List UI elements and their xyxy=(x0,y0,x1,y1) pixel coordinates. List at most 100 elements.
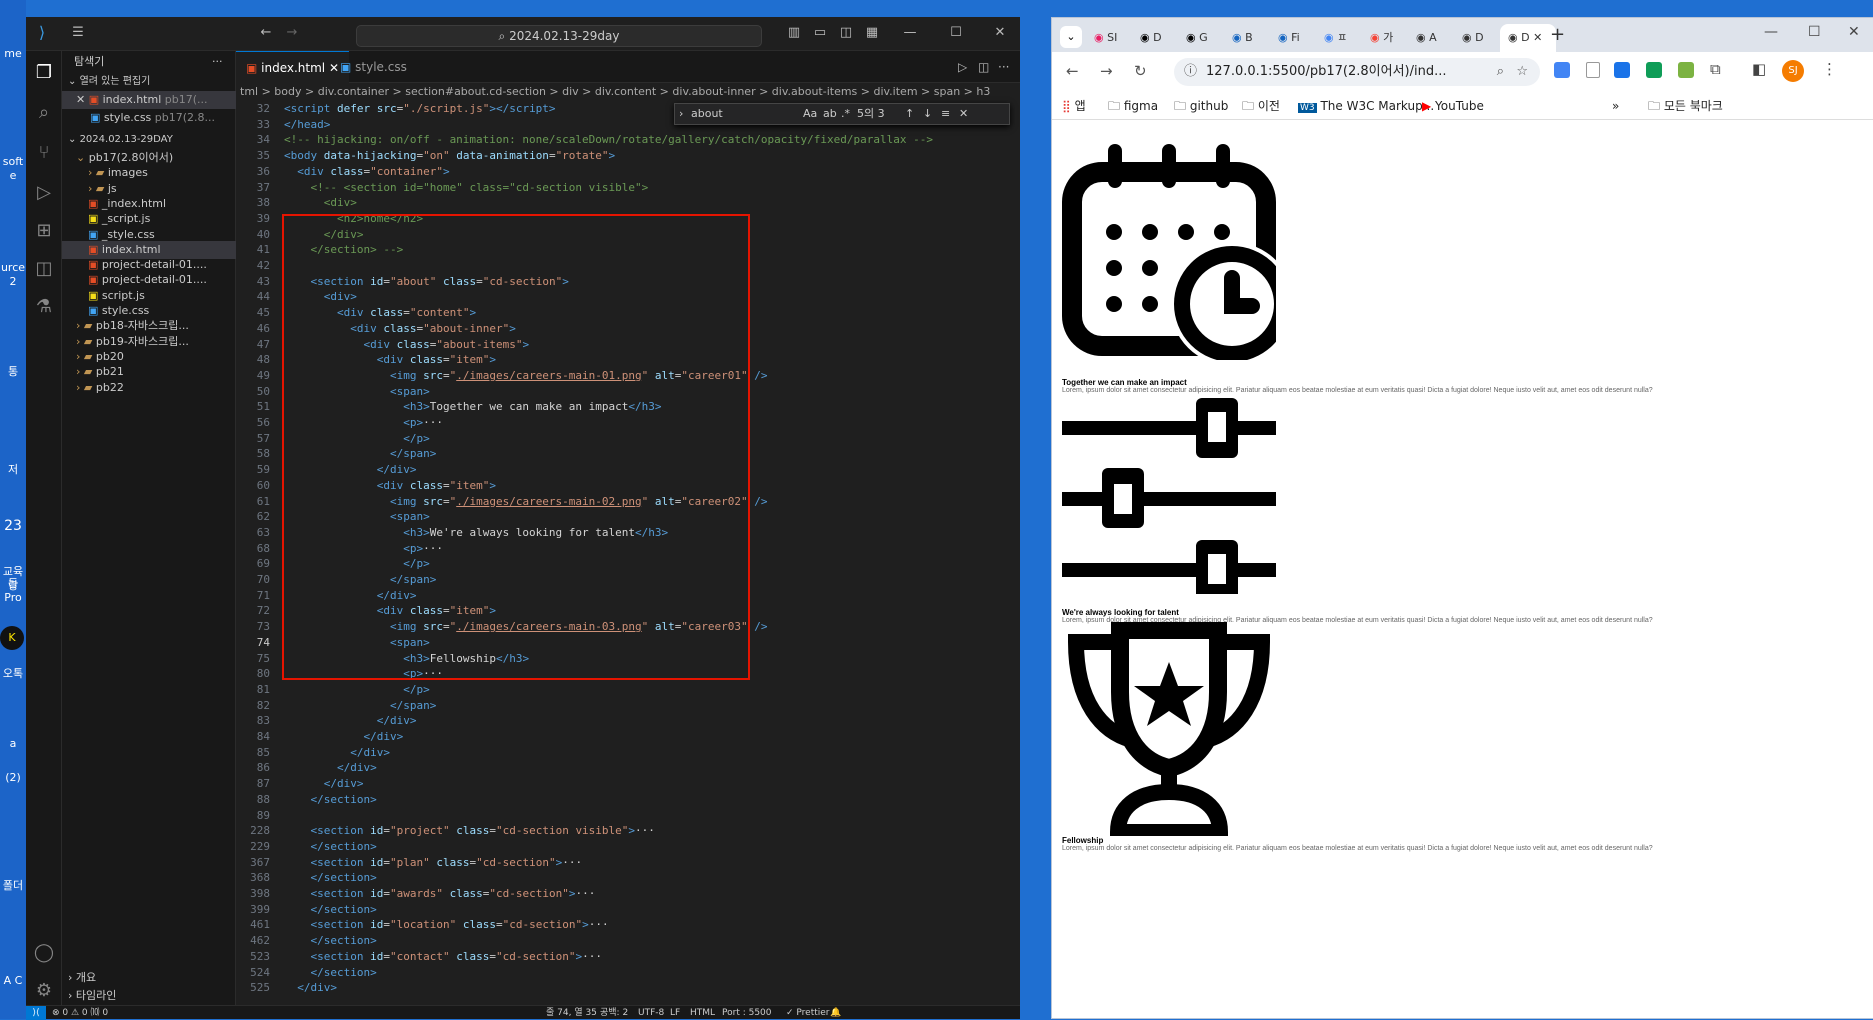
desktop-icon-label[interactable]: 랑Pro xyxy=(0,580,26,604)
back-arrow-icon[interactable]: ← xyxy=(258,25,274,41)
site-info-icon[interactable]: ⓘ xyxy=(1184,58,1197,86)
chevron-right-icon[interactable]: › xyxy=(679,104,683,124)
zoom-icon[interactable]: ⌕ xyxy=(1497,58,1504,86)
testing-icon[interactable]: ⚗ xyxy=(32,295,56,319)
code-line[interactable]: </section> xyxy=(284,839,377,855)
close-icon[interactable]: ✕ xyxy=(992,25,1008,41)
extension-icon[interactable] xyxy=(1586,62,1600,78)
maximize-icon[interactable]: ☐ xyxy=(948,25,964,41)
extension-icon[interactable] xyxy=(1678,62,1694,78)
tree-item[interactable]: › ▰ pb22 xyxy=(62,379,236,397)
maximize-icon[interactable]: ☐ xyxy=(1808,24,1821,40)
new-tab-icon[interactable]: + xyxy=(1550,24,1565,45)
code-line[interactable]: <section id="location" class="cd-section… xyxy=(284,917,609,933)
code-line[interactable]: </div> xyxy=(284,729,403,745)
browser-tab[interactable]: ◉ Fi xyxy=(1270,24,1314,52)
next-match-icon[interactable]: ↓ xyxy=(923,104,932,124)
desktop-icon-label[interactable]: K xyxy=(0,626,24,650)
explorer-icon[interactable]: ❐ xyxy=(32,61,56,85)
notifications-icon[interactable]: 🔔 xyxy=(830,1006,841,1020)
timeline-header[interactable]: › 타임라인 xyxy=(62,987,236,1005)
manage-gear-icon[interactable]: ⚙ xyxy=(32,979,56,1003)
close-icon[interactable]: ✕ xyxy=(959,104,968,124)
code-line[interactable]: </head> xyxy=(284,117,330,133)
minimize-icon[interactable]: — xyxy=(902,25,918,41)
menu-icon[interactable]: ☰ xyxy=(70,25,86,41)
code-line[interactable]: </section> xyxy=(284,933,377,949)
desktop-icon-label[interactable]: e xyxy=(0,170,26,182)
code-line[interactable]: <div> xyxy=(284,195,357,211)
code-line[interactable]: </section> xyxy=(284,792,377,808)
close-icon[interactable]: ✕ xyxy=(76,93,89,106)
code-line[interactable]: </section> xyxy=(284,965,377,981)
close-icon[interactable]: ✕ xyxy=(1848,24,1860,40)
code-line[interactable]: </div> xyxy=(284,713,417,729)
extension-icon[interactable] xyxy=(1554,62,1570,78)
more-actions-icon[interactable]: ··· xyxy=(988,51,1019,83)
address-bar[interactable]: ⓘ 127.0.0.1:5500/pb17(2.8이어서)/ind... ⌕ ☆ xyxy=(1174,58,1540,86)
browser-tab[interactable]: ◉ B xyxy=(1224,24,1268,52)
desktop-icon-label[interactable]: urce xyxy=(0,262,26,274)
code-line[interactable]: <section id="awards" class="cd-section">… xyxy=(284,886,596,902)
forward-arrow-icon[interactable]: → xyxy=(1100,62,1113,80)
browser-tab[interactable]: ◉ ㅍ xyxy=(1316,24,1360,52)
remote-icon[interactable]: ⟩⟨ xyxy=(26,1006,46,1020)
code-line[interactable]: </section> xyxy=(284,902,377,918)
command-center-search[interactable]: ⌕ 2024.02.13-29day xyxy=(356,25,762,47)
tab-search-icon[interactable]: ⌄ xyxy=(1060,26,1082,48)
browser-tab[interactable]: ◉ D xyxy=(1132,24,1176,52)
code-line[interactable]: <section id="contact" class="cd-section"… xyxy=(284,949,602,965)
whole-word-icon[interactable]: ab xyxy=(823,104,837,124)
match-case-icon[interactable]: Aa xyxy=(803,104,817,124)
breadcrumb[interactable]: tml > body > div.container > section#abo… xyxy=(236,83,1020,101)
bookmark-youtube[interactable]: ▶ YouTube xyxy=(1422,97,1484,115)
account-icon[interactable]: ◯ xyxy=(32,941,56,965)
desktop-icon-label[interactable]: 저 xyxy=(0,464,26,476)
code-line[interactable]: <section id="plan" class="cd-section">··… xyxy=(284,855,583,871)
code-line[interactable]: <body data-hijacking="on" data-animation… xyxy=(284,148,615,164)
browser-tab[interactable]: ◉ A xyxy=(1408,24,1452,52)
tab-style-css[interactable]: ▣ style.css xyxy=(330,51,417,83)
code-line[interactable]: </span> xyxy=(284,698,436,714)
find-in-selection-icon[interactable]: ≡ xyxy=(941,104,950,124)
toggle-secondary-sidebar-icon[interactable]: ◫ xyxy=(838,25,854,41)
remote-explorer-icon[interactable]: ◫ xyxy=(32,257,56,281)
toggle-sidebar-icon[interactable]: ▥ xyxy=(786,25,802,41)
more-actions-icon[interactable]: ··· xyxy=(212,53,232,71)
desktop-icon-label[interactable]: 폴더 xyxy=(0,880,26,892)
back-arrow-icon[interactable]: ← xyxy=(1066,62,1079,80)
problems-status[interactable]: ⊗ 0 ⚠ 0 ⑽ 0 xyxy=(52,1006,108,1020)
bookmark-star-icon[interactable]: ☆ xyxy=(1516,58,1528,86)
workspace-header[interactable]: ⌄ 2024.02.13-29DAY xyxy=(62,131,236,149)
encoding-status[interactable]: UTF-8 xyxy=(638,1006,664,1020)
desktop-icon-label[interactable]: 오톡 xyxy=(0,668,26,680)
code-line[interactable]: </section> xyxy=(284,870,377,886)
code-line[interactable]: </div> xyxy=(284,760,377,776)
search-icon[interactable]: ⌕ xyxy=(32,101,56,125)
forward-arrow-icon[interactable]: → xyxy=(284,25,300,41)
browser-tab[interactable]: ◉ 가 xyxy=(1362,24,1406,52)
reload-icon[interactable]: ↻ xyxy=(1134,62,1147,80)
code-line[interactable]: </div> xyxy=(284,745,390,761)
code-line[interactable]: <!-- hijacking: on/off - animation: none… xyxy=(284,132,933,148)
desktop-icon-label[interactable]: soft xyxy=(0,156,26,168)
run-debug-icon[interactable]: ▷ xyxy=(32,181,56,205)
bookmark-apps[interactable]: ⣿ 앱 xyxy=(1062,97,1086,115)
code-line[interactable]: </p> xyxy=(284,682,430,698)
browser-tab[interactable]: ◉ D xyxy=(1454,24,1498,52)
more-bookmarks-icon[interactable]: » xyxy=(1612,97,1619,115)
toggle-panel-icon[interactable]: ▭ xyxy=(812,25,828,41)
code-line[interactable]: </div> xyxy=(284,980,337,996)
desktop-icon-label[interactable]: 2 xyxy=(0,276,26,288)
extension-icon[interactable] xyxy=(1646,62,1662,78)
all-bookmarks[interactable]: 🗀 모든 북마크 xyxy=(1648,97,1723,115)
desktop-icon-label[interactable]: 23 xyxy=(0,519,26,533)
language-status[interactable]: HTML xyxy=(690,1006,715,1020)
extensions-icon[interactable]: ⊞ xyxy=(32,219,56,243)
code-line[interactable]: </div> xyxy=(284,776,364,792)
bookmark-github[interactable]: 🗀 github xyxy=(1174,97,1228,115)
cursor-position[interactable]: 줄 74, 열 35 xyxy=(546,1006,597,1020)
find-input[interactable]: about xyxy=(691,104,801,124)
code-line[interactable]: <div class="container"> xyxy=(284,164,449,180)
browser-tab[interactable]: ◉ D ✕ xyxy=(1500,24,1556,52)
